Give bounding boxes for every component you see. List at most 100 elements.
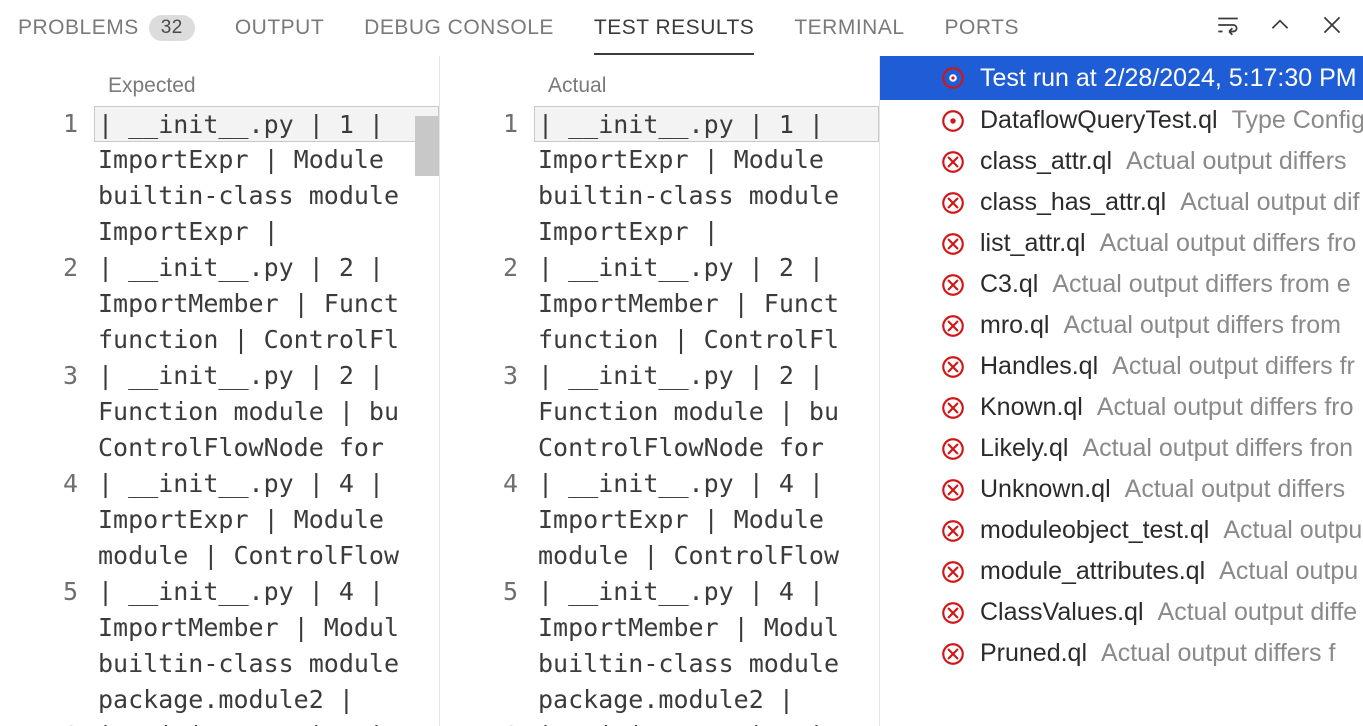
test-result-message: Actual output differs fro (1097, 393, 1354, 422)
status-fail-icon (940, 477, 966, 503)
tab-ports-label: PORTS (945, 16, 1019, 40)
line-number: 3 (440, 358, 518, 394)
tab-test-results[interactable]: TEST RESULTS (594, 2, 754, 54)
code-line: | __init__.py | 2 | (538, 250, 879, 286)
test-result-message: Actual output differs (1125, 475, 1346, 504)
test-result-message: Type Config (1232, 106, 1363, 135)
status-fail-icon (940, 231, 966, 257)
line-number (0, 502, 78, 538)
test-result-row[interactable]: Pruned.qlActual output differs f (880, 633, 1363, 674)
test-result-row[interactable]: module_attributes.qlActual outpu (880, 551, 1363, 592)
test-result-row[interactable]: Likely.ql Actual output differs fron (880, 428, 1363, 469)
actual-header: Actual (440, 56, 879, 106)
code-line: | __init__.py | 4 | (538, 574, 879, 610)
test-result-message: Actual outpu (1219, 557, 1358, 586)
line-number: 4 (0, 466, 78, 502)
test-run-header[interactable]: Test run at 2/28/2024, 5:17:30 PM (880, 56, 1363, 100)
test-result-row[interactable]: Unknown.ql Actual output differs (880, 469, 1363, 510)
test-result-row[interactable]: mro.qlActual output differs from (880, 305, 1363, 346)
code-line: ImportExpr | Module (538, 142, 879, 178)
code-line: | __init__.py | 2 | (98, 250, 439, 286)
line-number (0, 142, 78, 178)
status-fail-icon (940, 313, 966, 339)
test-result-row[interactable]: class_has_attr.qlActual output dif (880, 182, 1363, 223)
test-result-row[interactable]: class_attr.ql Actual output differs (880, 141, 1363, 182)
code-line: builtin-class module (98, 646, 439, 682)
line-number: 3 (0, 358, 78, 394)
tab-test-label: TEST RESULTS (594, 16, 754, 40)
tab-debug-console[interactable]: DEBUG CONSOLE (364, 2, 554, 54)
line-number (440, 538, 518, 574)
code-line: | __init__.py | 4 | (98, 574, 439, 610)
line-number (0, 214, 78, 250)
tab-problems-label: PROBLEMS (18, 16, 139, 40)
tab-problems[interactable]: PROBLEMS 32 (18, 1, 195, 55)
expected-code-area[interactable]: 123456 | __init__.py | 1 | ImportExpr | … (0, 106, 439, 726)
word-wrap-icon[interactable] (1215, 12, 1241, 44)
code-line: | __init__.py | 2 | (98, 358, 439, 394)
line-number (440, 394, 518, 430)
code-line: ControlFlowNode for (538, 430, 879, 466)
chevron-up-icon[interactable] (1267, 12, 1293, 44)
test-result-row[interactable]: Known.ql Actual output differs fro (880, 387, 1363, 428)
code-line: Function module | bu (98, 394, 439, 430)
line-number: 1 (440, 106, 518, 142)
minimap-scrollbar[interactable] (415, 116, 439, 176)
test-file-name: ClassValues.ql (980, 598, 1144, 627)
code-line: Function module | bu (538, 394, 879, 430)
line-number: 4 (440, 466, 518, 502)
code-line: ImportMember | Modul (98, 610, 439, 646)
line-number (440, 286, 518, 322)
test-file-name: class_attr.ql (980, 147, 1112, 176)
tab-output[interactable]: OUTPUT (235, 2, 324, 54)
code-line: package.module2 | (538, 682, 879, 718)
test-result-row[interactable]: DataflowQueryTest.ql Type Config (880, 100, 1363, 141)
tab-ports[interactable]: PORTS (945, 2, 1019, 54)
status-fail-icon (940, 600, 966, 626)
test-result-row[interactable]: Handles.qlActual output differs fr (880, 346, 1363, 387)
line-number: 2 (440, 250, 518, 286)
status-fail-icon (940, 149, 966, 175)
code-line: ImportExpr | (538, 214, 879, 250)
test-result-row[interactable]: list_attr.qlActual output differs fro (880, 223, 1363, 264)
code-line: module | ControlFlow (538, 538, 879, 574)
code-line: ImportExpr | (98, 214, 439, 250)
test-result-message: Actual output dif (1180, 188, 1359, 217)
tab-terminal[interactable]: TERMINAL (794, 2, 904, 54)
code-line: | __init__.py | 2 | (538, 358, 879, 394)
test-file-name: DataflowQueryTest.ql (980, 106, 1218, 135)
expected-code: | __init__.py | 1 | ImportExpr | Module … (98, 106, 439, 726)
panel-actions (1215, 12, 1345, 44)
line-number (0, 646, 78, 682)
test-run-header-label: Test run at 2/28/2024, 5:17:30 PM (980, 64, 1357, 93)
test-file-name: Pruned.ql (980, 639, 1087, 668)
test-file-name: C3.ql (980, 270, 1038, 299)
status-fail-icon (940, 518, 966, 544)
line-number (0, 178, 78, 214)
test-result-row[interactable]: ClassValues.qlActual output diffe (880, 592, 1363, 633)
problems-count-badge: 32 (149, 15, 195, 41)
line-number (440, 646, 518, 682)
close-icon[interactable] (1319, 12, 1345, 44)
line-number (440, 610, 518, 646)
test-file-name: Handles.ql (980, 352, 1098, 381)
test-file-name: Known.ql (980, 393, 1083, 422)
test-file-name: list_attr.ql (980, 229, 1086, 258)
line-number: 1 (0, 106, 78, 142)
code-line: builtin-class module (538, 178, 879, 214)
test-file-name: Likely.ql (980, 434, 1068, 463)
line-number (440, 682, 518, 718)
code-line: | __init__.py | 1 | (94, 106, 439, 142)
code-line: | __init__.py | 1 | (534, 106, 879, 142)
test-result-message: Actual output differs (1126, 147, 1347, 176)
test-result-row[interactable]: moduleobject_test.qlActual outpu (880, 510, 1363, 551)
line-number (0, 682, 78, 718)
test-result-row[interactable]: C3.qlActual output differs from e (880, 264, 1363, 305)
test-result-message: Actual outpu (1223, 516, 1362, 545)
status-fail-icon (940, 395, 966, 421)
actual-code-area[interactable]: 123456 | __init__.py | 1 | ImportExpr | … (440, 106, 879, 726)
test-result-message: Actual output differs fron (1082, 434, 1353, 463)
test-file-name: Unknown.ql (980, 475, 1111, 504)
actual-code: | __init__.py | 1 | ImportExpr | Module … (538, 106, 879, 726)
line-number: 5 (440, 574, 518, 610)
